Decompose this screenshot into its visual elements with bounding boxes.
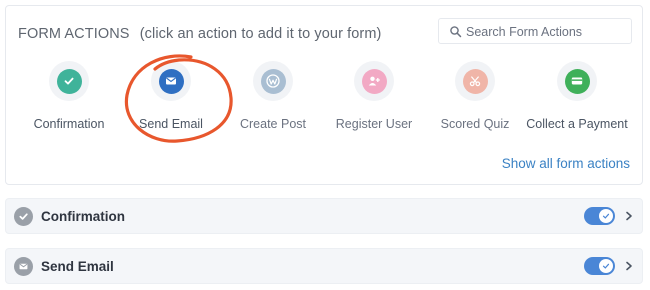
envelope-icon xyxy=(158,68,184,94)
search-input[interactable] xyxy=(466,22,626,42)
row-title: Confirmation xyxy=(41,209,125,224)
action-icon-halo xyxy=(253,61,293,101)
check-icon xyxy=(14,207,33,226)
check-icon xyxy=(602,263,610,269)
panel-heading: FORM ACTIONS (click an action to add it … xyxy=(18,26,381,42)
action-icon-halo xyxy=(151,61,191,101)
envelope-icon xyxy=(14,257,33,276)
action-icon-halo xyxy=(354,61,394,101)
panel-hint: (click an action to add it to your form) xyxy=(139,26,382,42)
enable-toggle[interactable] xyxy=(584,207,615,225)
chevron-right-icon[interactable] xyxy=(625,211,633,221)
action-collect-payment[interactable]: Collect a Payment xyxy=(517,61,637,131)
action-icon-halo xyxy=(49,61,89,101)
action-icon-halo xyxy=(455,61,495,101)
check-icon xyxy=(56,68,82,94)
credit-card-icon xyxy=(564,68,590,94)
search-box[interactable] xyxy=(438,18,632,44)
wordpress-icon xyxy=(260,68,286,94)
toggle-knob xyxy=(599,259,613,273)
scissors-icon xyxy=(462,68,488,94)
search-icon xyxy=(450,26,462,38)
check-icon xyxy=(602,213,610,219)
panel-title: FORM ACTIONS xyxy=(18,26,130,42)
add-user-icon xyxy=(361,68,387,94)
enable-toggle[interactable] xyxy=(584,257,615,275)
toggle-knob xyxy=(599,209,613,223)
action-row-confirmation[interactable]: Confirmation xyxy=(5,198,643,234)
form-actions-panel: FORM ACTIONS (click an action to add it … xyxy=(5,5,643,185)
action-row-send-email[interactable]: Send Email xyxy=(5,248,643,284)
actions-list: Confirmation Send Email Create Post Regi… xyxy=(6,61,642,141)
chevron-right-icon[interactable] xyxy=(625,261,633,271)
row-title: Send Email xyxy=(41,259,114,274)
action-icon-halo xyxy=(557,61,597,101)
show-all-actions-link[interactable]: Show all form actions xyxy=(502,156,630,171)
action-label: Collect a Payment xyxy=(526,117,628,131)
